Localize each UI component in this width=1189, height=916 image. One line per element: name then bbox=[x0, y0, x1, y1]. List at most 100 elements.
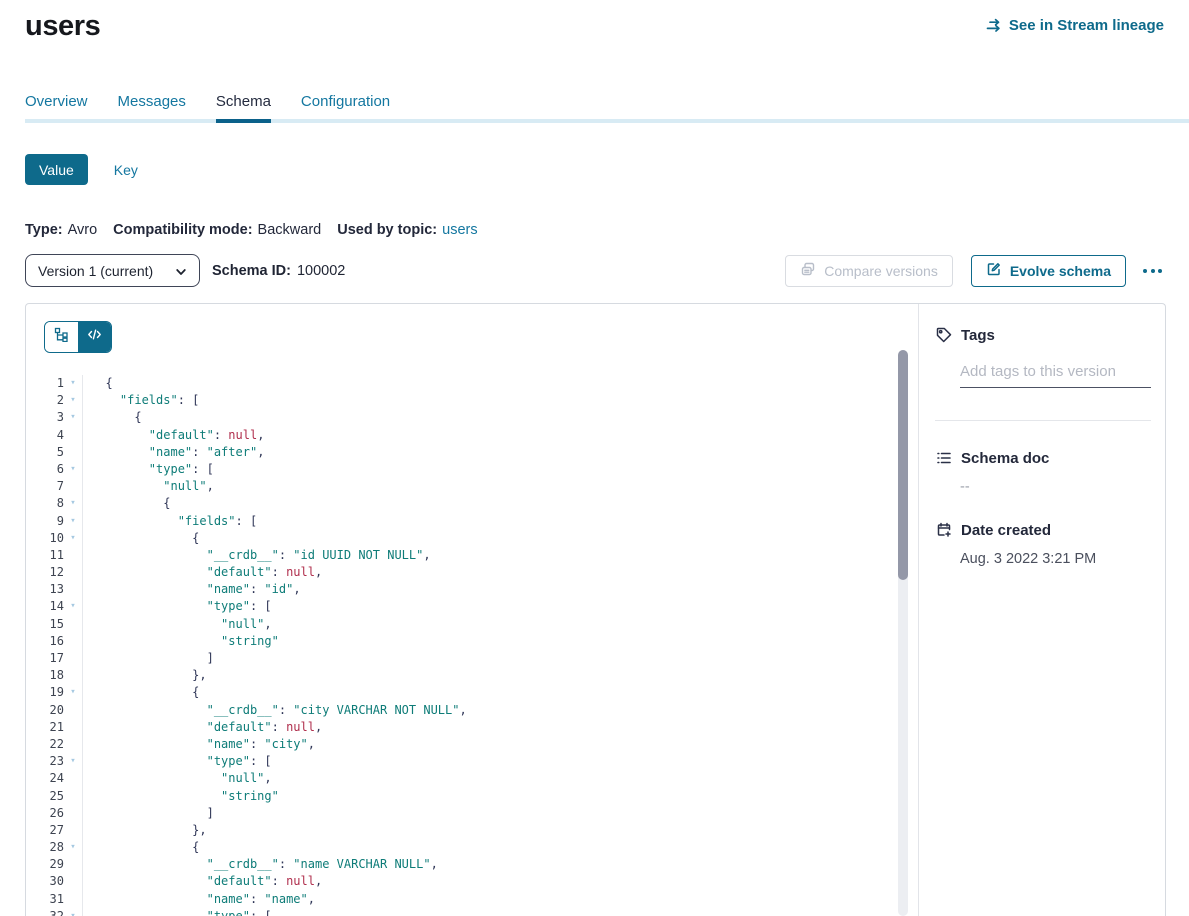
code-scrollbar-track[interactable] bbox=[898, 350, 908, 916]
code-text: { bbox=[82, 530, 918, 547]
fold-spacer bbox=[64, 564, 82, 581]
topic-link[interactable]: users bbox=[442, 222, 477, 238]
code-text: "null", bbox=[82, 616, 918, 633]
value-button[interactable]: Value bbox=[25, 154, 88, 185]
fold-toggle-icon[interactable]: ▾ bbox=[64, 530, 82, 547]
fold-toggle-icon[interactable]: ▾ bbox=[64, 461, 82, 478]
code-text: { bbox=[82, 375, 918, 392]
tree-view-button[interactable] bbox=[45, 322, 78, 352]
tag-icon bbox=[935, 326, 953, 344]
schema-doc-value: -- bbox=[960, 479, 1153, 495]
line-number: 17 bbox=[26, 650, 64, 667]
code-line: 25 "string" bbox=[26, 788, 918, 805]
tree-view-icon bbox=[54, 327, 69, 347]
fold-toggle-icon[interactable]: ▾ bbox=[64, 753, 82, 770]
evolve-schema-button[interactable]: Evolve schema bbox=[971, 255, 1126, 287]
code-line: 10▾ { bbox=[26, 530, 918, 547]
fold-spacer bbox=[64, 788, 82, 805]
fold-toggle-icon[interactable]: ▾ bbox=[64, 513, 82, 530]
code-line: 14▾ "type": [ bbox=[26, 598, 918, 615]
line-number: 30 bbox=[26, 873, 64, 890]
code-line: 1▾ { bbox=[26, 375, 918, 392]
code-text: { bbox=[82, 409, 918, 426]
code-text: "type": [ bbox=[82, 753, 918, 770]
code-line: 32▾ "type": [ bbox=[26, 908, 918, 916]
key-button[interactable]: Key bbox=[114, 162, 138, 178]
code-line: 24 "null", bbox=[26, 770, 918, 787]
tab-schema[interactable]: Schema bbox=[216, 93, 271, 111]
fold-toggle-icon[interactable]: ▾ bbox=[64, 409, 82, 426]
code-text: "__crdb__": "name VARCHAR NULL", bbox=[82, 856, 918, 873]
schema-meta: Type: Avro Compatibility mode: Backward … bbox=[25, 222, 1189, 238]
code-text: "fields": [ bbox=[82, 513, 918, 530]
code-line: 8▾ { bbox=[26, 495, 918, 512]
tags-title: Tags bbox=[961, 327, 995, 344]
date-created-title: Date created bbox=[961, 522, 1051, 539]
fold-toggle-icon[interactable]: ▾ bbox=[64, 598, 82, 615]
code-line: 19▾ { bbox=[26, 684, 918, 701]
code-text: { bbox=[82, 495, 918, 512]
line-number: 21 bbox=[26, 719, 64, 736]
fold-toggle-icon[interactable]: ▾ bbox=[64, 375, 82, 392]
add-tags-input[interactable] bbox=[960, 363, 1151, 388]
line-number: 32 bbox=[26, 908, 64, 916]
line-number: 14 bbox=[26, 598, 64, 615]
fold-spacer bbox=[64, 891, 82, 908]
code-scrollbar-thumb[interactable] bbox=[898, 350, 908, 580]
line-number: 23 bbox=[26, 753, 64, 770]
version-select[interactable]: Version 1 (current) bbox=[25, 254, 200, 287]
line-number: 2 bbox=[26, 392, 64, 409]
code-text: "name": "after", bbox=[82, 444, 918, 461]
fold-spacer bbox=[64, 478, 82, 495]
code-line: 11 "__crdb__": "id UUID NOT NULL", bbox=[26, 547, 918, 564]
code-text: "name": "city", bbox=[82, 736, 918, 753]
line-number: 15 bbox=[26, 616, 64, 633]
fold-spacer bbox=[64, 873, 82, 890]
line-number: 6 bbox=[26, 461, 64, 478]
fold-spacer bbox=[64, 702, 82, 719]
line-number: 1 bbox=[26, 375, 64, 392]
stream-lineage-link[interactable]: See in Stream lineage bbox=[985, 17, 1164, 34]
compare-versions-button[interactable]: Compare versions bbox=[785, 255, 953, 287]
line-number: 18 bbox=[26, 667, 64, 684]
code-line: 3▾ { bbox=[26, 409, 918, 426]
line-number: 7 bbox=[26, 478, 64, 495]
line-number: 25 bbox=[26, 788, 64, 805]
viewer-mode-toggle bbox=[44, 321, 112, 353]
fold-toggle-icon[interactable]: ▾ bbox=[64, 684, 82, 701]
value-key-toggle: Value Key bbox=[25, 154, 1189, 185]
tab-overview[interactable]: Overview bbox=[25, 93, 88, 111]
tab-messages[interactable]: Messages bbox=[118, 93, 186, 111]
tags-section: Tags bbox=[935, 326, 1153, 421]
fold-toggle-icon[interactable]: ▾ bbox=[64, 392, 82, 409]
schema-doc-icon bbox=[935, 449, 953, 467]
fold-spacer bbox=[64, 427, 82, 444]
compare-versions-icon bbox=[800, 261, 816, 280]
code-text: { bbox=[82, 839, 918, 856]
line-number: 28 bbox=[26, 839, 64, 856]
code-text: "name": "id", bbox=[82, 581, 918, 598]
page-title: users bbox=[25, 10, 100, 43]
topic-tabs: Overview Messages Schema Configuration bbox=[0, 93, 1189, 111]
meta-used-by-topic: Used by topic: users bbox=[337, 222, 477, 238]
fold-toggle-icon[interactable]: ▾ bbox=[64, 908, 82, 916]
code-view-button[interactable] bbox=[78, 322, 111, 352]
schema-code-panel: 1▾ {2▾ "fields": [3▾ {4 "default": null,… bbox=[26, 304, 918, 916]
code-text: "fields": [ bbox=[82, 392, 918, 409]
schema-card: 1▾ {2▾ "fields": [3▾ {4 "default": null,… bbox=[25, 303, 1166, 916]
fold-toggle-icon[interactable]: ▾ bbox=[64, 839, 82, 856]
more-actions-button[interactable] bbox=[1141, 263, 1164, 279]
code-line: 7 "null", bbox=[26, 478, 918, 495]
code-text: "default": null, bbox=[82, 719, 918, 736]
fold-spacer bbox=[64, 547, 82, 564]
line-number: 22 bbox=[26, 736, 64, 753]
fold-toggle-icon[interactable]: ▾ bbox=[64, 495, 82, 512]
code-line: 21 "default": null, bbox=[26, 719, 918, 736]
code-text: "default": null, bbox=[82, 427, 918, 444]
code-line: 13 "name": "id", bbox=[26, 581, 918, 598]
tab-configuration[interactable]: Configuration bbox=[301, 93, 390, 111]
stream-lineage-label: See in Stream lineage bbox=[1009, 17, 1164, 34]
code-text: "null", bbox=[82, 478, 918, 495]
code-line: 27 }, bbox=[26, 822, 918, 839]
code-line: 15 "null", bbox=[26, 616, 918, 633]
